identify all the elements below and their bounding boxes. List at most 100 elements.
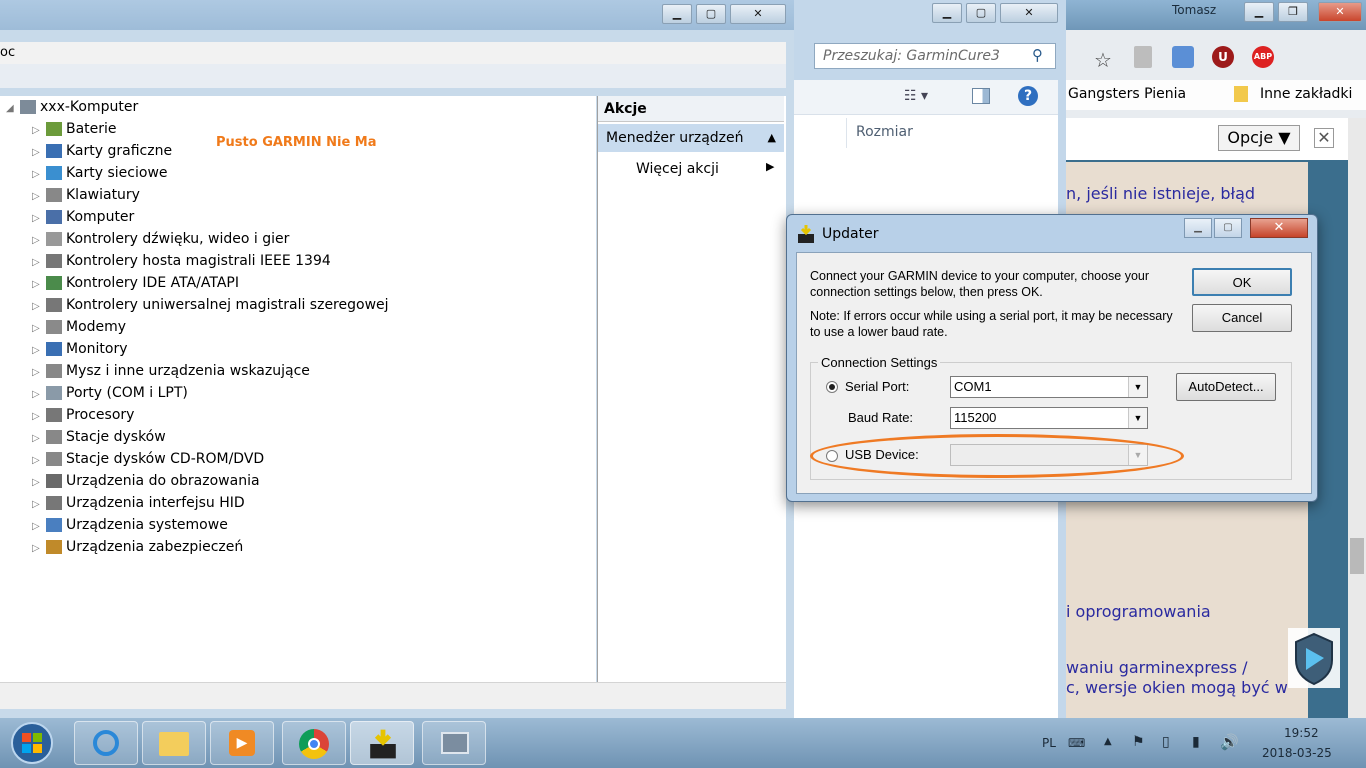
tree-category[interactable]: ▷ Kontrolery hosta magistrali IEEE 1394 [32, 250, 331, 272]
expand-arrow-icon[interactable]: ▷ [32, 318, 44, 340]
cancel-button[interactable]: Cancel [1192, 304, 1292, 332]
expand-arrow-icon[interactable]: ▷ [32, 362, 44, 384]
keyboard-icon[interactable]: ⌨ [1068, 736, 1085, 750]
collapse-arrow-icon[interactable]: ◢ [6, 98, 18, 120]
collapse-up-icon[interactable]: ▲ [768, 124, 776, 152]
expand-arrow-icon[interactable]: ▷ [32, 538, 44, 560]
dropdown-arrow-icon[interactable]: ▼ [1128, 377, 1147, 397]
view-options-icon[interactable]: ☷ ▾ [904, 88, 928, 104]
expand-arrow-icon[interactable]: ▷ [32, 428, 44, 450]
tree-category[interactable]: ▷ Modemy [32, 316, 126, 338]
translate-icon[interactable] [1172, 46, 1194, 68]
expand-arrow-icon[interactable]: ▷ [32, 230, 44, 252]
autodetect-button[interactable]: AutoDetect... [1176, 373, 1276, 401]
tree-category[interactable]: ▷ Komputer [32, 206, 134, 228]
menu-item-help[interactable]: oc [0, 45, 15, 60]
tree-category[interactable]: ▷ Monitory [32, 338, 128, 360]
show-hidden-icons[interactable]: ▲ [1104, 736, 1112, 747]
expand-arrow-icon[interactable]: ▷ [32, 186, 44, 208]
network-signal-icon[interactable]: ▮ [1192, 734, 1200, 750]
expand-arrow-icon[interactable]: ▷ [32, 384, 44, 406]
taskbar-explorer[interactable] [142, 721, 206, 765]
expand-arrow-icon[interactable]: ▷ [32, 274, 44, 296]
bookmark-gangsters[interactable]: Gangsters Pienia [1068, 86, 1186, 102]
bookmark-other[interactable]: Inne zakładki [1260, 86, 1352, 102]
options-close-button[interactable]: ✕ [1314, 128, 1334, 148]
tree-category[interactable]: ▷ Stacje dysków [32, 426, 166, 448]
taskbar-updater[interactable] [350, 721, 414, 765]
page-scrollbar[interactable] [1348, 118, 1366, 718]
expand-arrow-icon[interactable]: ▷ [32, 516, 44, 538]
browser-close-button[interactable]: ✕ [1318, 2, 1362, 22]
explorer-close-button[interactable]: ✕ [1000, 3, 1058, 23]
browser-restore-button[interactable]: ❐ [1278, 2, 1308, 22]
tree-category[interactable]: ▷ Urządzenia do obrazowania [32, 470, 260, 492]
tree-root[interactable]: ◢ xxx-Komputer [6, 96, 138, 118]
taskbar-media[interactable]: ▶ [210, 721, 274, 765]
tree-category[interactable]: ▷ Stacje dysków CD-ROM/DVD [32, 448, 264, 470]
devmgr-maximize-button[interactable]: ▢ [696, 4, 726, 24]
explorer-minimize-button[interactable]: ▁ [932, 3, 962, 23]
expand-arrow-icon[interactable]: ▷ [32, 472, 44, 494]
expand-arrow-icon[interactable]: ▷ [32, 296, 44, 318]
expand-arrow-icon[interactable]: ▷ [32, 494, 44, 516]
tree-category[interactable]: ▷ Baterie [32, 118, 117, 140]
baud-rate-select[interactable]: 115200 ▼ [950, 407, 1148, 429]
actions-device-manager[interactable]: Menedżer urządzeń ▲ [598, 124, 784, 152]
expand-arrow-icon[interactable]: ▷ [32, 406, 44, 428]
options-button[interactable]: Opcje ▼ [1218, 125, 1300, 151]
tree-category[interactable]: ▷ Karty graficzne [32, 140, 172, 162]
volume-icon[interactable]: 🔊 [1220, 733, 1239, 751]
usb-device-icon[interactable]: ▯ [1162, 734, 1170, 750]
preview-pane-icon[interactable] [972, 88, 990, 104]
tree-category[interactable]: ▷ Urządzenia systemowe [32, 514, 228, 536]
devmgr-close-button[interactable]: ✕ [730, 4, 786, 24]
security-shield-icon[interactable] [1288, 628, 1340, 688]
explorer-search-input[interactable]: Przeszukaj: GarminCure3 [814, 43, 1056, 69]
dropdown-arrow-icon[interactable]: ▼ [1128, 408, 1147, 428]
browser-profile-name[interactable]: Tomasz [1172, 3, 1216, 17]
taskbar-chrome[interactable] [282, 721, 346, 765]
serial-port-radio[interactable] [826, 381, 838, 393]
actions-more[interactable]: Więcej akcji [636, 158, 719, 180]
taskbar-ie[interactable] [74, 721, 138, 765]
tree-category[interactable]: ▷ Kontrolery uniwersalnej magistrali szer… [32, 294, 389, 316]
clock-time[interactable]: 19:52 [1284, 726, 1319, 740]
tree-category-label: Porty (COM i LPT) [66, 385, 188, 401]
help-icon[interactable]: ? [1018, 86, 1038, 106]
extension-doc-icon[interactable] [1134, 46, 1152, 68]
bookmark-star-icon[interactable]: ☆ [1094, 48, 1112, 72]
expand-arrow-icon[interactable]: ▷ [32, 340, 44, 362]
tree-category[interactable]: ▷ Porty (COM i LPT) [32, 382, 188, 404]
taskbar-devmgr[interactable] [422, 721, 486, 765]
devmgr-minimize-button[interactable]: ▁ [662, 4, 692, 24]
tree-category[interactable]: ▷ Kontrolery dźwięku, wideo i gier [32, 228, 289, 250]
explorer-maximize-button[interactable]: ▢ [966, 3, 996, 23]
tree-category[interactable]: ▷ Mysz i inne urządzenia wskazujące [32, 360, 310, 382]
expand-arrow-icon[interactable]: ▷ [32, 120, 44, 142]
tree-category[interactable]: ▷ Klawiatury [32, 184, 140, 206]
expand-arrow-icon[interactable]: ▷ [32, 142, 44, 164]
ok-button[interactable]: OK [1192, 268, 1292, 296]
column-header-size[interactable]: Rozmiar [856, 124, 913, 140]
browser-minimize-button[interactable]: ▁ [1244, 2, 1274, 22]
ublock-icon[interactable]: U [1212, 46, 1234, 68]
language-indicator[interactable]: PL [1042, 736, 1056, 750]
expand-arrow-icon[interactable]: ▷ [32, 164, 44, 186]
action-center-flag-icon[interactable]: ⚑ [1132, 734, 1145, 750]
tree-category[interactable]: ▷ Procesory [32, 404, 134, 426]
search-icon[interactable]: ⚲ [1032, 46, 1043, 64]
adblock-icon[interactable]: ABP [1252, 46, 1274, 68]
start-button[interactable] [6, 720, 58, 766]
expand-arrow-icon[interactable]: ▷ [32, 208, 44, 230]
tree-category[interactable]: ▷ Urządzenia zabezpieczeń [32, 536, 243, 558]
serial-port-select[interactable]: COM1 ▼ [950, 376, 1148, 398]
tree-category[interactable]: ▷ Karty sieciowe [32, 162, 168, 184]
expand-arrow-icon[interactable]: ▷ [32, 450, 44, 472]
page-scroll-thumb[interactable] [1350, 538, 1364, 574]
tree-category[interactable]: ▷ Urządzenia interfejsu HID [32, 492, 245, 514]
dialog-close-button[interactable]: ✕ [1250, 218, 1308, 238]
clock-date[interactable]: 2018-03-25 [1262, 746, 1332, 760]
expand-arrow-icon[interactable]: ▷ [32, 252, 44, 274]
tree-category[interactable]: ▷ Kontrolery IDE ATA/ATAPI [32, 272, 239, 294]
